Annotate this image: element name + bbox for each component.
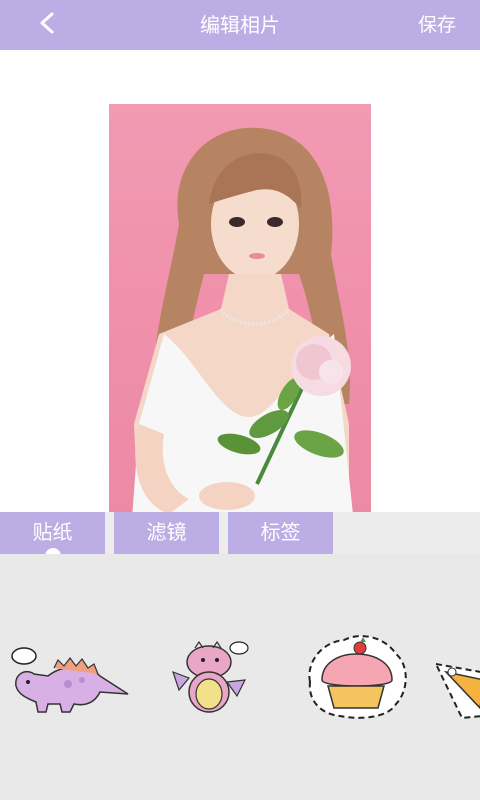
tab-stickers[interactable]: 贴纸 [0,512,105,560]
top-bar: 编辑相片 保存 [0,0,480,50]
photo-canvas [0,50,480,532]
page-title: 编辑相片 [200,13,280,37]
dragon-sticker[interactable] [165,640,250,718]
tab-filters-label: 滤镜 [146,520,187,544]
dinosaur-sticker[interactable] [8,646,133,716]
tab-labels-label: 标签 [260,520,301,544]
edited-photo[interactable] [109,104,371,532]
sticker-panel [0,554,480,800]
edit-tabs: 贴纸 滤镜 标签 [0,512,480,560]
save-button[interactable]: 保存 [418,0,456,50]
cupcake-sticker[interactable] [300,632,412,722]
cake-slice-sticker[interactable] [432,654,480,724]
tab-filters[interactable]: 滤镜 [114,512,219,554]
tab-stickers-label: 贴纸 [32,520,73,544]
tab-labels[interactable]: 标签 [228,512,333,554]
